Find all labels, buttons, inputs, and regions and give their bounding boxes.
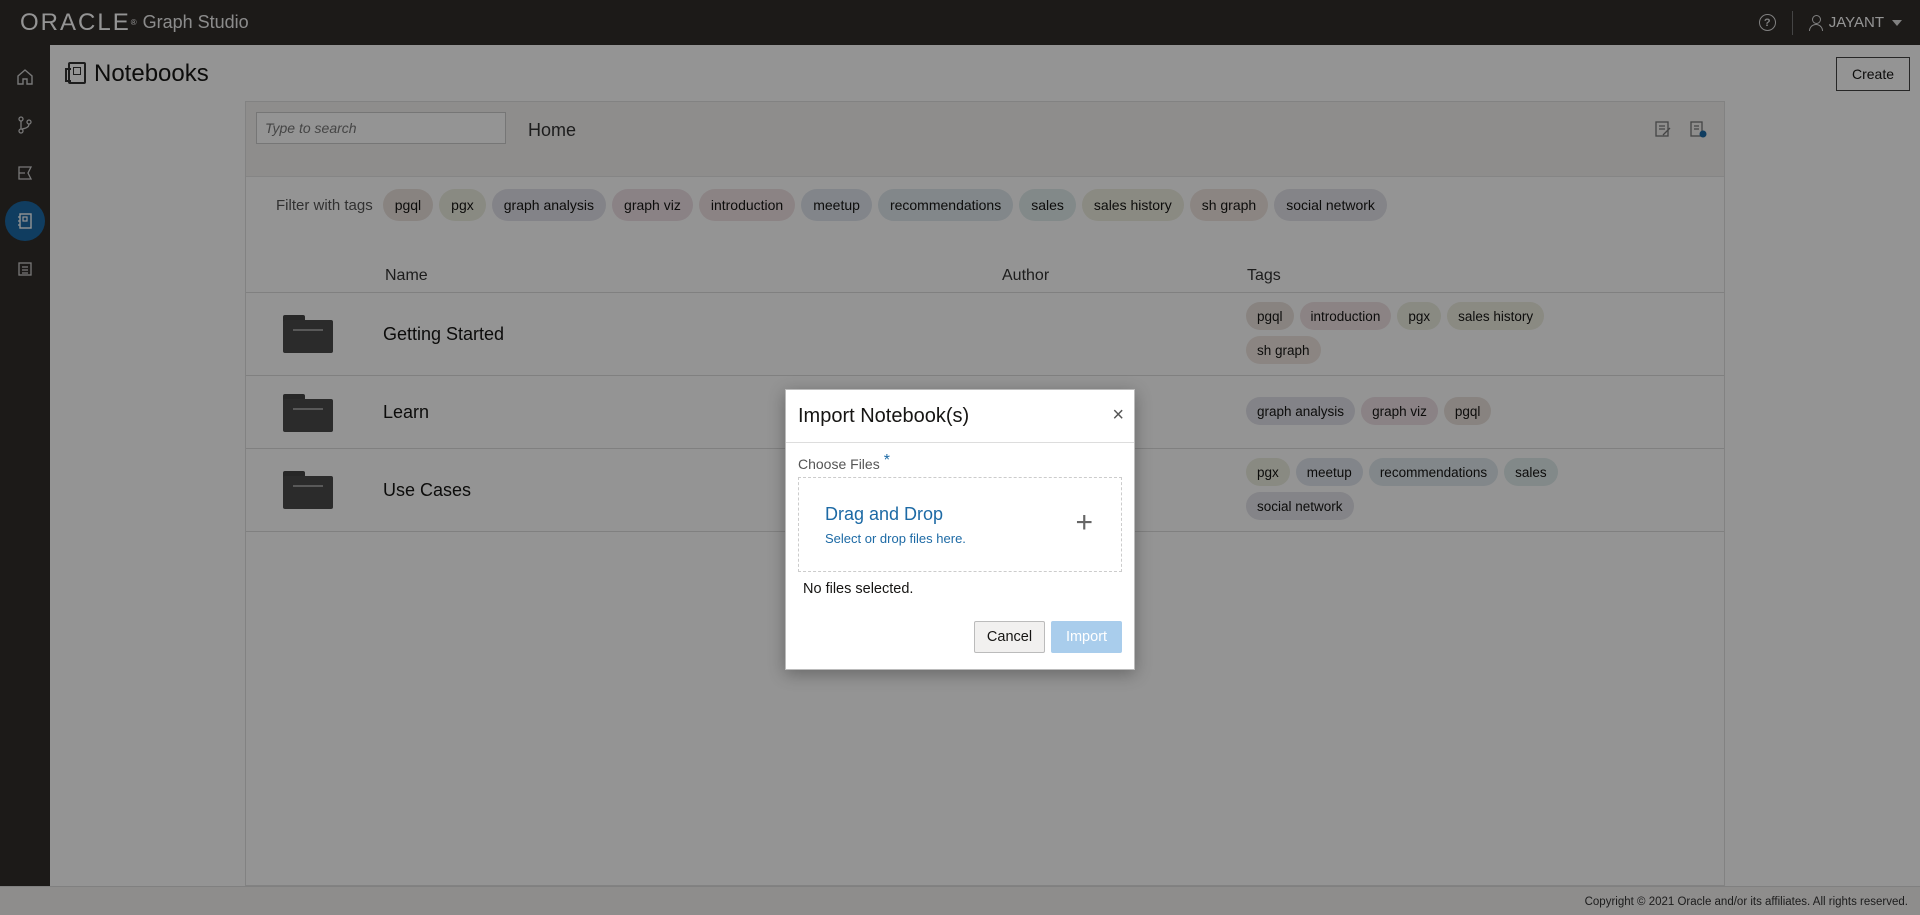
file-dropzone[interactable]: Drag and Drop Select or drop files here.…: [798, 477, 1122, 572]
dropzone-title: Drag and Drop: [825, 504, 944, 524]
choose-files-text: Choose Files: [798, 456, 880, 472]
cancel-button[interactable]: Cancel: [974, 621, 1045, 653]
plus-icon[interactable]: +: [1075, 508, 1093, 538]
dialog-header: Import Notebook(s) ×: [786, 390, 1134, 443]
required-mark: *: [883, 452, 890, 469]
close-icon[interactable]: ×: [1112, 405, 1124, 425]
dialog-title: Import Notebook(s): [798, 405, 970, 427]
choose-files-label: Choose Files *: [798, 452, 890, 474]
dropzone-subtitle: Select or drop files here.: [825, 531, 966, 546]
no-files-text: No files selected.: [803, 581, 914, 597]
import-button[interactable]: Import: [1051, 621, 1122, 653]
import-dialog: Import Notebook(s) × Choose Files * Drag …: [785, 389, 1135, 670]
